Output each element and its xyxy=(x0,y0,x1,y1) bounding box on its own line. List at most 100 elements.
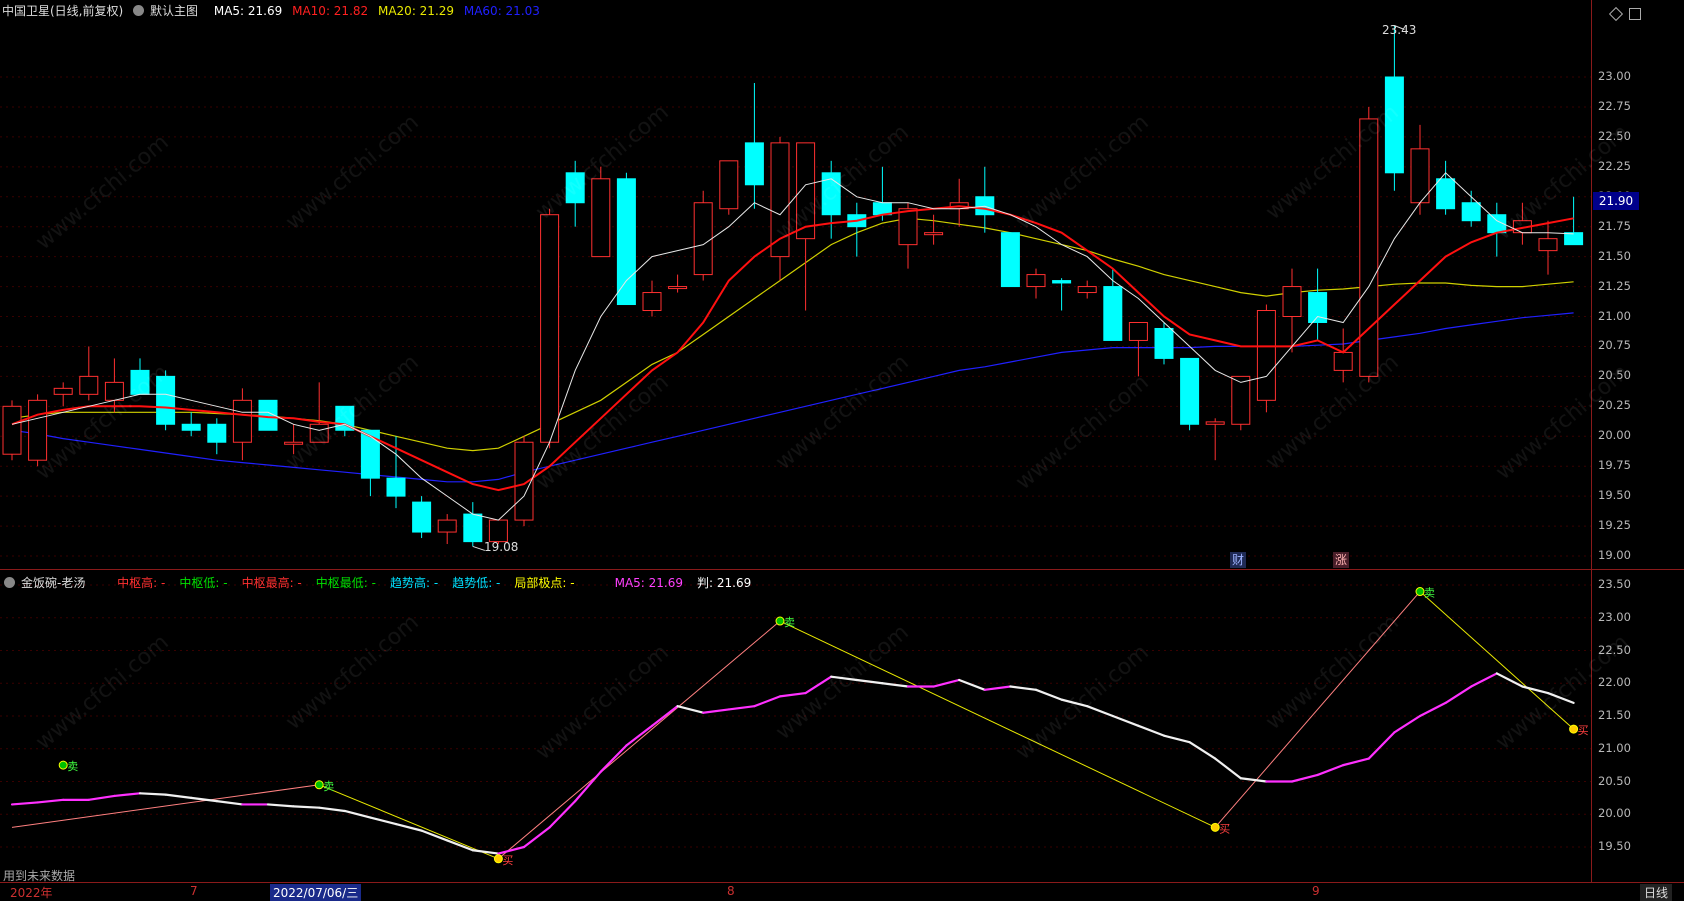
price-tick: 21.50 xyxy=(1598,248,1631,263)
candle-body xyxy=(284,441,304,445)
indicator-line-segment xyxy=(1290,773,1319,783)
indicator-axis: 23.50 23.00 22.50 22.00 21.50 21.00 20.50 20.00… xyxy=(1591,570,1684,882)
indicator-line-segment xyxy=(727,705,756,711)
indicator-line-segment xyxy=(522,826,551,849)
indicator-line-segment xyxy=(1342,757,1370,767)
indicator-tick: 23.00 xyxy=(1598,609,1631,624)
chart-window: 卖买卖买卖买卖 中国卫星(日线,前复权) 默认主图 MA5: 21.69 MA1… xyxy=(0,0,1684,901)
indicator-line-segment xyxy=(1086,705,1114,718)
candle-body xyxy=(437,519,457,533)
main-price-axis: 23.0022.7522.5022.2522.0021.7521.5021.25… xyxy=(1591,0,1684,570)
main-header: 中国卫星(日线,前复权) 默认主图 MA5: 21.69 MA10: 21.82… xyxy=(0,0,546,22)
template-dropdown[interactable]: 默认主图 xyxy=(133,4,204,18)
price-tick: 22.75 xyxy=(1598,98,1631,113)
indicator-line-segment xyxy=(804,675,833,695)
main-price-chart[interactable] xyxy=(0,0,1684,570)
indicator-chart[interactable]: 卖买卖买卖买卖 xyxy=(0,570,1684,888)
indicator-line-segment xyxy=(599,744,628,773)
indicator-line-segment xyxy=(1418,701,1447,718)
zigzag-segment xyxy=(11,784,320,828)
sell-signal-label: 卖 xyxy=(1424,587,1435,600)
zigzag-segment xyxy=(779,620,1216,828)
price-tick: 19.50 xyxy=(1598,488,1631,503)
sell-signal-icon xyxy=(58,760,68,770)
period-label[interactable]: 日线 xyxy=(1640,884,1673,901)
candle-body xyxy=(1231,375,1251,425)
zigzag-segment xyxy=(319,784,499,860)
sell-signal-icon xyxy=(314,780,324,790)
indicator-item: 中枢低: - xyxy=(179,576,228,590)
candle-body xyxy=(130,369,150,395)
low-price-label: 19.08 xyxy=(484,540,519,554)
buy-signal-label: 买 xyxy=(1219,822,1230,835)
candle-body xyxy=(642,292,662,312)
indicator-item: 趋势低: - xyxy=(452,576,501,590)
candle-body xyxy=(591,178,611,258)
indicator-dropdown[interactable]: 金饭碗-老汤 xyxy=(4,576,107,590)
indicator-item: 判: 21.69 xyxy=(697,576,752,590)
candle-body xyxy=(668,286,688,290)
indicator-item: 中枢最高: - xyxy=(241,576,302,590)
candle-body xyxy=(463,513,483,543)
indicator-tick: 20.00 xyxy=(1598,806,1631,821)
indicator-item: 趋势高: - xyxy=(389,576,439,590)
candle-body xyxy=(181,423,201,431)
indicator-line-segment xyxy=(1214,757,1242,780)
candle-body xyxy=(1154,327,1174,359)
buy-signal-label: 买 xyxy=(502,854,513,867)
indicator-tick: 22.00 xyxy=(1598,675,1631,690)
indicator-item: 中枢高: - xyxy=(117,576,166,590)
indicator-line-segment xyxy=(1060,698,1089,708)
indicator-tick: 19.50 xyxy=(1598,839,1631,853)
buy-signal-icon xyxy=(1569,724,1579,734)
indicator-line-segment xyxy=(164,793,193,799)
date-month-8: 8 xyxy=(727,884,735,898)
indicator-line-segment xyxy=(1188,741,1217,760)
candle-body xyxy=(924,232,944,236)
indicator-line-segment xyxy=(1470,672,1498,688)
candle-body xyxy=(386,477,406,497)
date-year: 2022年 xyxy=(10,886,53,900)
ma10-value: MA10: 21.82 xyxy=(292,4,369,18)
indicator-tick: 22.50 xyxy=(1598,642,1631,657)
indicator-line-segment xyxy=(10,801,39,806)
limit-up-marker[interactable]: 涨 xyxy=(1333,552,1349,568)
indicator-line-segment xyxy=(676,705,705,714)
candle-body xyxy=(744,142,764,186)
candle-body xyxy=(104,381,124,401)
candle-body xyxy=(1461,202,1481,222)
indicator-line-segment xyxy=(830,675,858,682)
candle-body xyxy=(53,387,73,395)
candle-body xyxy=(1077,286,1097,294)
indicator-line-segment xyxy=(625,724,654,747)
indicator-line-segment xyxy=(855,678,884,685)
dropdown-icon xyxy=(4,577,15,588)
current-price-label: 21.90 xyxy=(1593,192,1639,210)
candle-body xyxy=(156,375,176,425)
finance-marker[interactable]: 财 xyxy=(1230,552,1246,568)
date-axis: 2022年 7 2022/07/06/三 8 9 日线 xyxy=(0,882,1684,901)
cursor-date[interactable]: 2022/07/06/三 xyxy=(270,884,362,901)
indicator-values: 中枢高: - 中枢低: - 中枢最高: - 中枢最低: - 趋势高: - 趋势低: - 局部… xyxy=(117,576,765,590)
dropdown-icon xyxy=(133,5,145,16)
ma10-line xyxy=(11,205,1574,492)
indicator-line-segment xyxy=(1162,734,1191,744)
indicator-line-segment xyxy=(574,770,602,803)
price-tick: 19.25 xyxy=(1598,518,1631,533)
candle-body xyxy=(79,375,99,395)
candle-body xyxy=(1282,286,1302,317)
indicator-name: 金饭碗-老汤 xyxy=(21,576,86,590)
indicator-tick: 20.50 xyxy=(1598,773,1631,788)
price-tick: 22.25 xyxy=(1598,158,1631,173)
indicator-line-segment xyxy=(1111,714,1140,727)
stock-title[interactable]: 中国卫星(日线,前复权) xyxy=(2,4,123,18)
price-tick: 21.00 xyxy=(1598,308,1631,323)
sell-signal-label: 卖 xyxy=(323,780,334,793)
date-month-9: 9 xyxy=(1312,884,1320,898)
candle-body xyxy=(693,202,713,276)
candle-body xyxy=(1128,321,1148,341)
candle-body xyxy=(232,399,252,443)
indicator-line-segment xyxy=(215,800,244,806)
indicator-line-segment xyxy=(266,803,295,808)
candle-body xyxy=(488,519,508,543)
